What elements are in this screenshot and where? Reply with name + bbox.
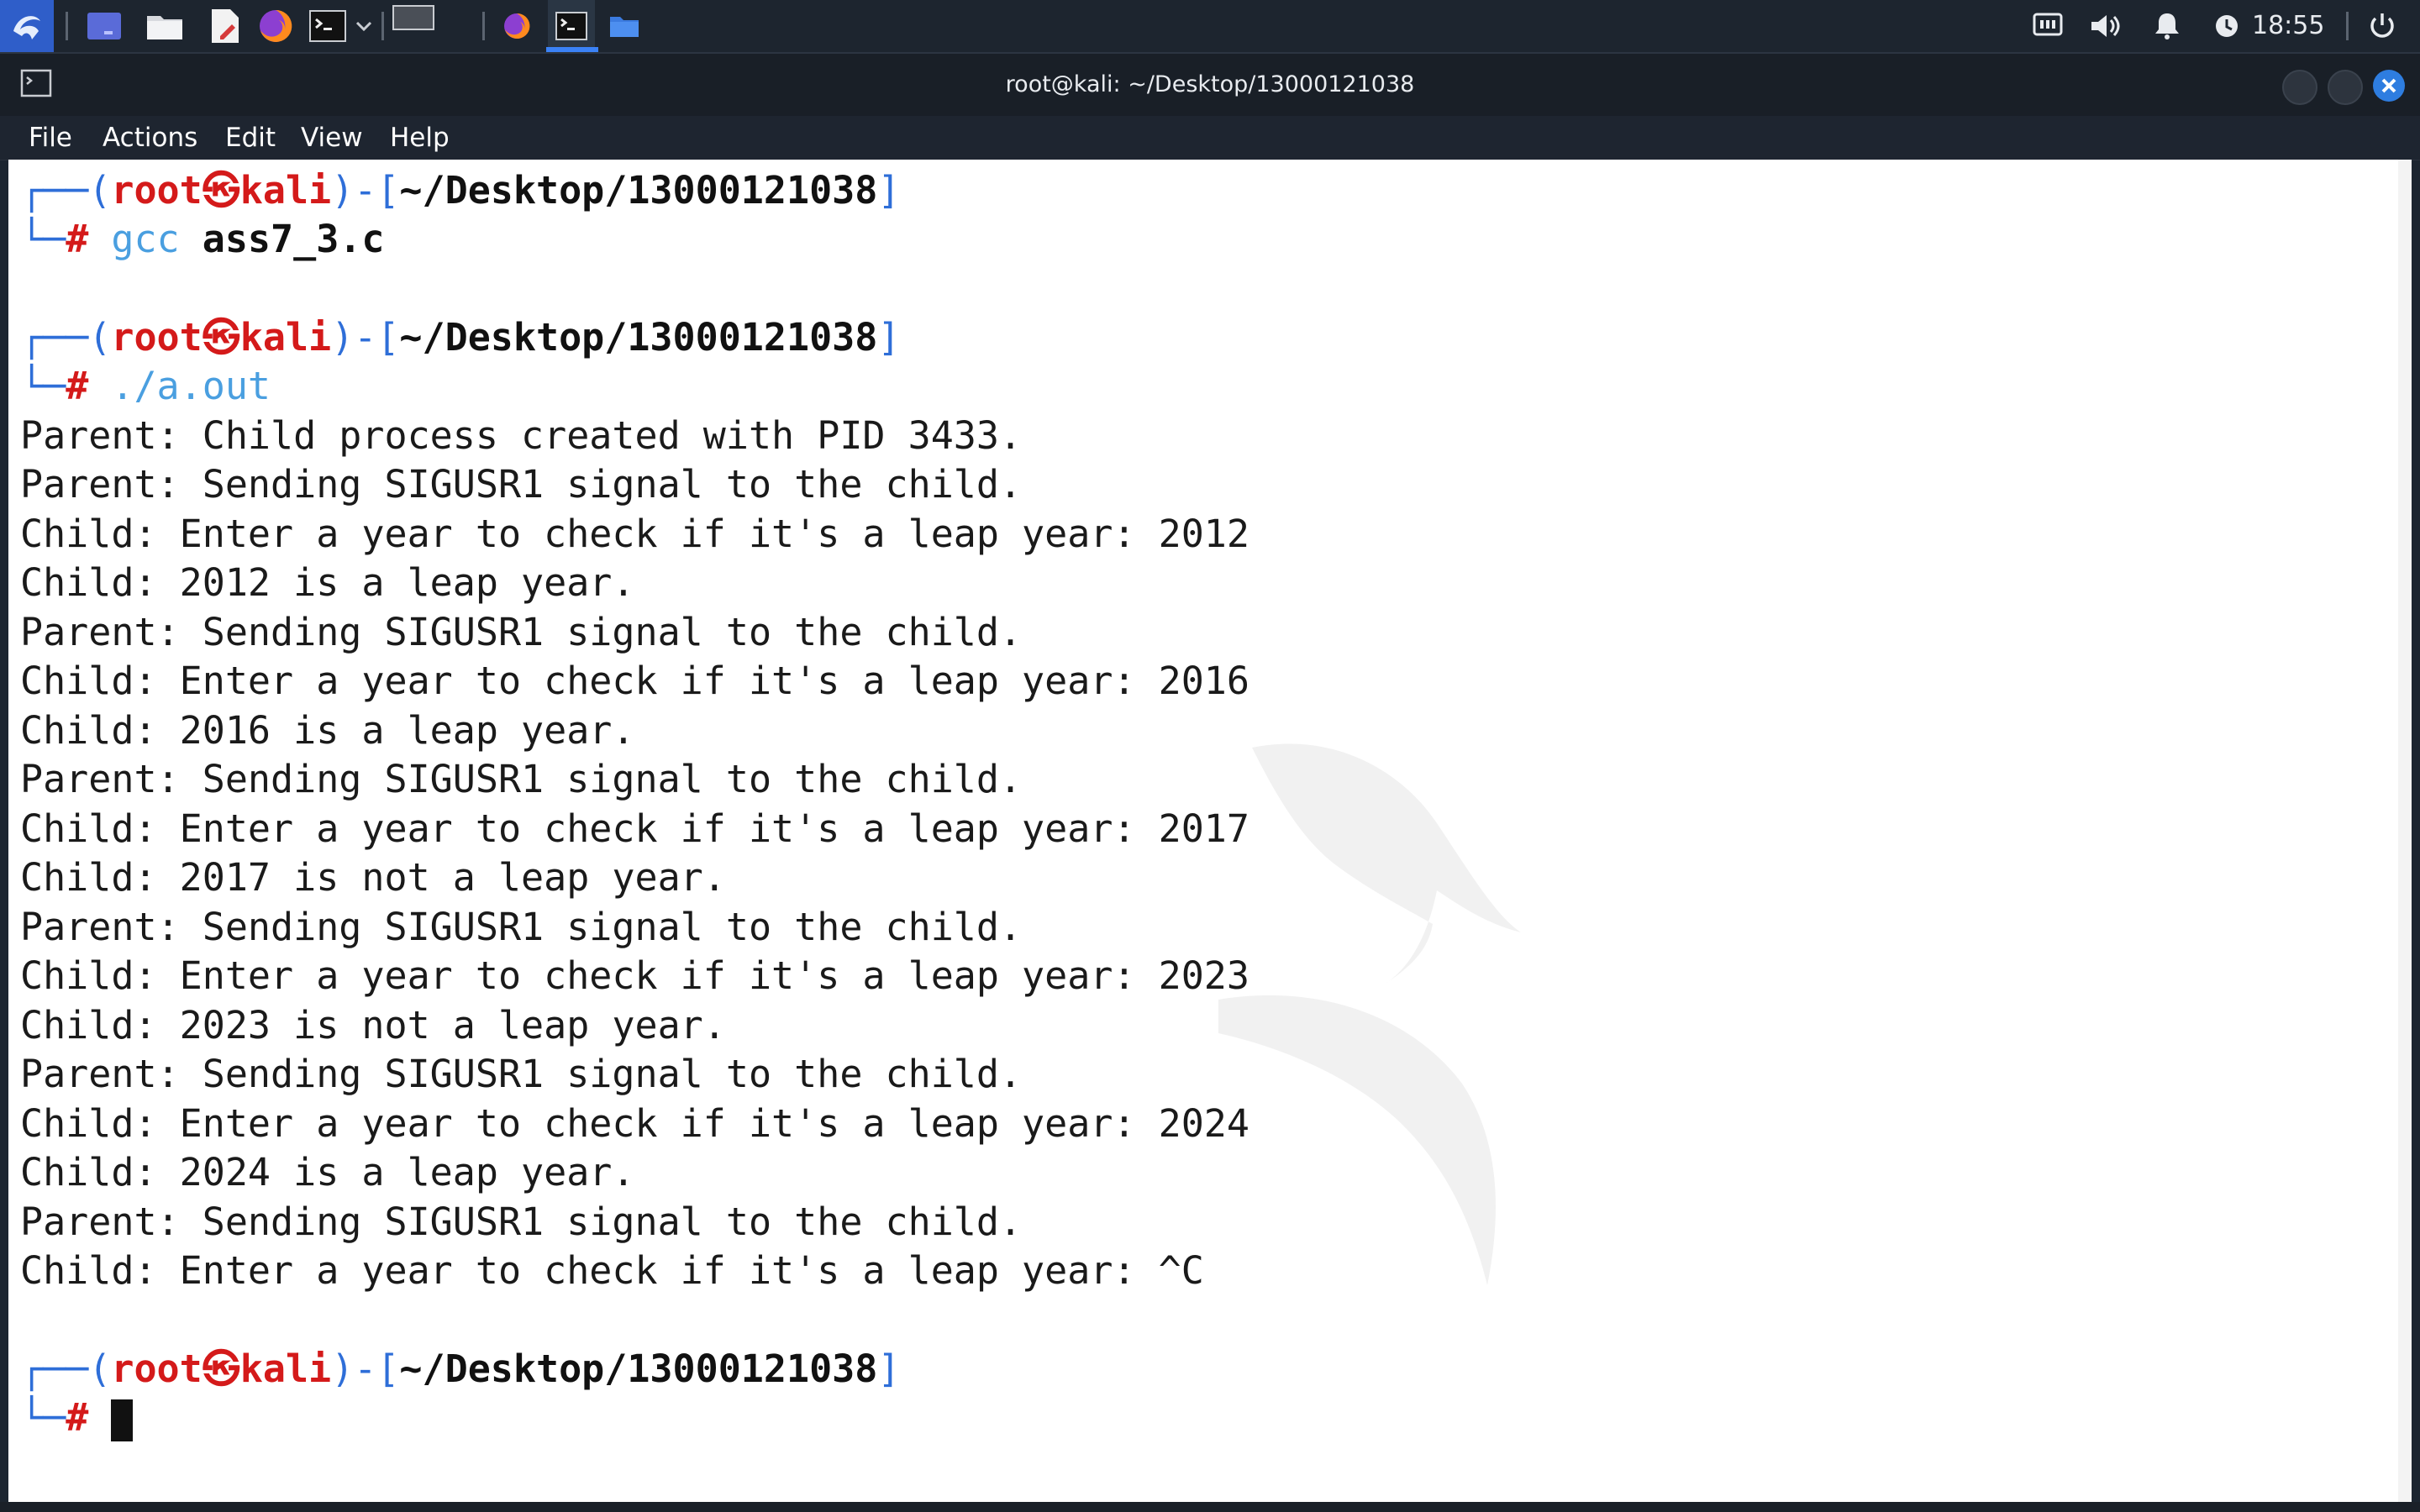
- skull-icon: ㉿: [202, 1347, 240, 1391]
- output-line: Child: 2012 is a leap year.: [20, 560, 635, 605]
- minimize-button[interactable]: [2282, 70, 2317, 105]
- folder-task-icon[interactable]: [603, 0, 645, 52]
- prompt-line: ┌──(root㉿kali)-[~/Desktop/13000121038]: [20, 1347, 901, 1391]
- kali-dragon-watermark: [1218, 743, 1521, 1285]
- terminal-scrollbar[interactable]: [2398, 160, 2412, 1502]
- output-line: Child: Enter a year to check if it's a l…: [20, 1248, 1204, 1293]
- output-line: Child: 2023 is not a leap year.: [20, 1003, 726, 1047]
- close-button[interactable]: [2373, 70, 2405, 102]
- prompt-hash: #: [66, 364, 89, 408]
- command-line: └─# gcc ass7_3.c: [20, 217, 385, 261]
- prompt-path: ~/Desktop/13000121038: [399, 315, 878, 360]
- output-line: Parent: Sending SIGUSR1 signal to the ch…: [20, 610, 1023, 654]
- command-text: ./a.out: [111, 364, 271, 408]
- skull-icon: ㉿: [202, 315, 240, 360]
- terminal-icon[interactable]: [304, 0, 351, 52]
- firefox-icon[interactable]: [252, 0, 299, 52]
- output-line: Parent: Sending SIGUSR1 signal to the ch…: [20, 1200, 1023, 1244]
- window-titlebar[interactable]: root@kali: ~/Desktop/13000121038: [0, 54, 2420, 117]
- output-line: Child: Enter a year to check if it's a l…: [20, 806, 1249, 851]
- top-panel: 18:55: [0, 0, 2420, 54]
- menu-bar: File Actions Edit View Help: [0, 116, 2420, 160]
- output-line: Parent: Sending SIGUSR1 signal to the ch…: [20, 757, 1023, 801]
- terminal-task-icon[interactable]: [548, 0, 595, 52]
- output-line: Child: 2017 is not a leap year.: [20, 855, 726, 900]
- close-icon: [2381, 78, 2396, 93]
- output-line: Child: 2016 is a leap year.: [20, 708, 635, 753]
- output-line: Child: Enter a year to check if it's a l…: [20, 1101, 1249, 1146]
- prompt-user: root: [111, 1347, 203, 1391]
- output-line: Child: Enter a year to check if it's a l…: [20, 512, 1249, 556]
- chevron-down-icon[interactable]: [351, 0, 376, 52]
- window-bottom-border: [0, 1502, 2420, 1512]
- menu-view[interactable]: View: [301, 116, 363, 160]
- terminal-area[interactable]: ┌──(root㉿kali)-[~/Desktop/13000121038] └…: [8, 160, 2412, 1502]
- maximize-button[interactable]: [2328, 70, 2363, 105]
- menu-file[interactable]: File: [29, 116, 72, 160]
- workspace-icon[interactable]: [81, 0, 128, 52]
- kali-menu-icon[interactable]: [0, 0, 54, 52]
- volume-icon[interactable]: [2084, 0, 2126, 52]
- output-line: Child: 2024 is a leap year.: [20, 1150, 635, 1194]
- prompt-host: kali: [239, 1347, 332, 1391]
- notification-bell-icon[interactable]: [2146, 0, 2188, 52]
- workspace-switcher-1[interactable]: [392, 0, 476, 52]
- output-line: Child: Enter a year to check if it's a l…: [20, 953, 1249, 998]
- prompt-host: kali: [239, 315, 332, 360]
- command-arg: ass7_3.c: [202, 217, 385, 261]
- menu-help[interactable]: Help: [390, 116, 450, 160]
- network-icon[interactable]: [2027, 0, 2069, 52]
- firefox-task-icon[interactable]: [496, 0, 538, 52]
- menu-edit[interactable]: Edit: [225, 116, 276, 160]
- prompt-line: ┌──(root㉿kali)-[~/Desktop/13000121038]: [20, 168, 901, 213]
- clock-time[interactable]: 18:55: [2252, 0, 2324, 52]
- power-icon[interactable]: [2361, 0, 2403, 52]
- skull-icon: ㉿: [202, 168, 240, 213]
- menu-actions[interactable]: Actions: [103, 116, 197, 160]
- command-line[interactable]: └─#: [20, 1394, 134, 1442]
- prompt-path: ~/Desktop/13000121038: [399, 168, 878, 213]
- command-line: └─# ./a.out: [20, 364, 271, 408]
- output-line: Child: Enter a year to check if it's a l…: [20, 659, 1249, 703]
- prompt-hash: #: [66, 217, 89, 261]
- output-line: Parent: Sending SIGUSR1 signal to the ch…: [20, 462, 1023, 507]
- prompt-hash: #: [66, 1395, 89, 1440]
- text-editor-icon[interactable]: [202, 0, 249, 52]
- prompt-user: root: [111, 315, 203, 360]
- output-line: Parent: Child process created with PID 3…: [20, 413, 1023, 458]
- window-title: root@kali: ~/Desktop/13000121038: [1005, 71, 1415, 97]
- command-name: gcc: [111, 217, 180, 261]
- output-line: Parent: Sending SIGUSR1 signal to the ch…: [20, 905, 1023, 949]
- output-line: Parent: Sending SIGUSR1 signal to the ch…: [20, 1052, 1023, 1096]
- prompt-host: kali: [239, 168, 332, 213]
- prompt-line: ┌──(root㉿kali)-[~/Desktop/13000121038]: [20, 315, 901, 360]
- prompt-user: root: [111, 168, 203, 213]
- clock-icon: [2208, 0, 2245, 52]
- terminal-cursor: [111, 1399, 134, 1441]
- active-task-indicator: [546, 47, 598, 52]
- prompt-path: ~/Desktop/13000121038: [399, 1347, 878, 1391]
- file-manager-icon[interactable]: [141, 0, 188, 52]
